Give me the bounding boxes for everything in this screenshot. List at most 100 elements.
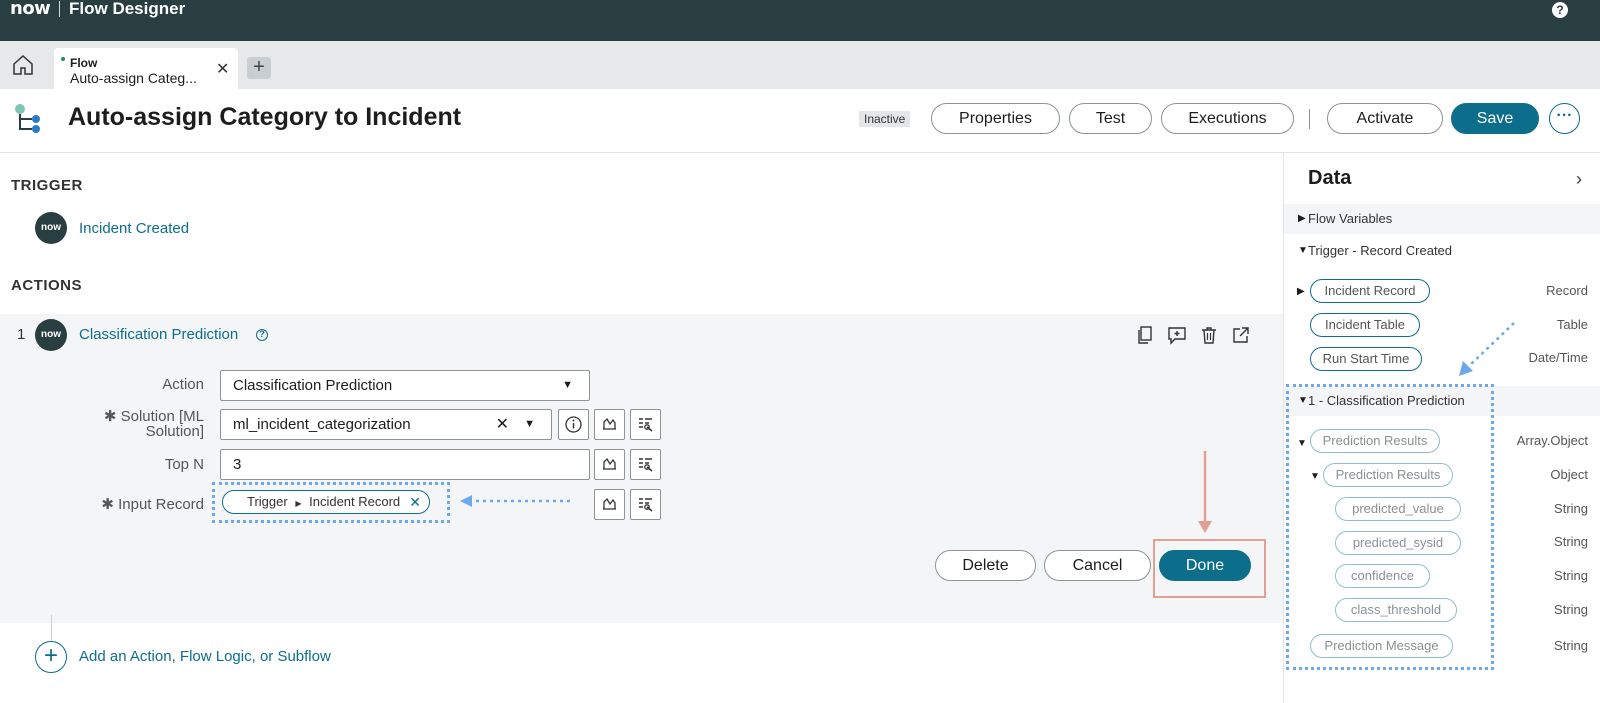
trigger-section-label: TRIGGER <box>11 177 83 194</box>
tab-bar: Flow Auto-assign Categ... ✕ + <box>0 41 1600 90</box>
help-icon[interactable]: ? <box>1552 2 1568 18</box>
group-trigger-record[interactable]: ▼ Trigger - Record Created <box>1284 236 1600 266</box>
data-pill[interactable]: Run Start Time <box>1310 347 1422 371</box>
data-pill[interactable]: Incident Record <box>1310 279 1430 303</box>
flow-icon <box>15 104 40 133</box>
delete-button[interactable]: Delete <box>935 550 1036 581</box>
chevron-down-icon: ▼ <box>524 418 535 430</box>
data-picker-icon <box>639 458 653 472</box>
data-type: Table <box>1556 317 1588 332</box>
group-flow-variables[interactable]: ▶ Flow Variables <box>1284 204 1600 234</box>
cancel-button[interactable]: Cancel <box>1044 550 1151 581</box>
action-name-link[interactable]: Classification Prediction <box>79 326 238 343</box>
action-select-value: Classification Prediction <box>233 377 393 394</box>
data-panel-title: Data <box>1308 167 1352 189</box>
remove-token-icon[interactable]: ✕ <box>409 491 421 513</box>
trash-icon[interactable] <box>1199 325 1219 345</box>
expand-down-icon: ▼ <box>1298 245 1308 256</box>
expand-right-icon[interactable]: ▶ <box>1297 286 1305 297</box>
solution-field-label: ✱ Solution [ML Solution] <box>80 409 204 439</box>
blue-arrow-left <box>460 495 570 507</box>
home-icon[interactable] <box>12 54 34 76</box>
servicenow-logo[interactable]: now <box>10 0 51 18</box>
trigger-link[interactable]: Incident Created <box>79 220 189 237</box>
done-button[interactable]: Done <box>1159 550 1251 581</box>
data-type: Record <box>1546 283 1588 298</box>
save-button[interactable]: Save <box>1451 103 1539 134</box>
actions-section-label: ACTIONS <box>11 277 82 294</box>
token-part-trigger: Trigger <box>247 494 288 509</box>
solution-select-value: ml_incident_categorization <box>233 416 411 433</box>
data-type: Object <box>1550 467 1588 482</box>
caret-right-icon: ▶ <box>295 499 302 508</box>
tab-kind: Flow <box>70 56 98 70</box>
info-button[interactable] <box>558 409 589 440</box>
data-type: Date/Time <box>1528 350 1588 365</box>
topn-input[interactable]: 3 <box>220 449 590 480</box>
action-number: 1 <box>17 326 26 343</box>
data-panel: Data › ▶ Flow Variables ▼ Trigger - Reco… <box>1283 153 1600 703</box>
chevron-right-icon[interactable]: › <box>1576 169 1582 190</box>
expand-right-icon: ▶ <box>1298 213 1306 224</box>
data-type: String <box>1554 602 1588 617</box>
action-select[interactable]: Classification Prediction ▼ <box>220 370 590 401</box>
script-toggle-button[interactable] <box>594 489 625 520</box>
data-picker-button[interactable] <box>630 489 661 520</box>
data-type: String <box>1554 534 1588 549</box>
tab-flow[interactable]: Flow Auto-assign Categ... ✕ <box>54 48 238 90</box>
activate-button[interactable]: Activate <box>1327 103 1443 134</box>
chevron-down-icon: ▼ <box>562 379 573 391</box>
red-arrow-down <box>1198 451 1212 533</box>
tab-title: Auto-assign Categ... <box>70 70 197 86</box>
info-icon <box>565 416 582 433</box>
script-icon <box>603 417 616 430</box>
add-action-link[interactable]: Add an Action, Flow Logic, or Subflow <box>79 648 331 665</box>
flow-header: Auto-assign Category to Incident Inactiv… <box>0 89 1600 153</box>
input-record-label: ✱ Input Record <box>101 496 204 513</box>
properties-button[interactable]: Properties <box>931 103 1060 134</box>
script-toggle-button[interactable] <box>594 409 625 440</box>
tab-status-dot <box>61 57 65 61</box>
script-icon <box>603 497 616 510</box>
script-toggle-button[interactable] <box>594 449 625 480</box>
group-label: Flow Variables <box>1308 211 1393 226</box>
executions-button[interactable]: Executions <box>1161 103 1294 134</box>
more-options-button[interactable]: ··· <box>1549 103 1580 134</box>
data-type: String <box>1554 501 1588 516</box>
test-button[interactable]: Test <box>1069 103 1152 134</box>
highlight-classification-group <box>1286 384 1494 670</box>
copy-icon[interactable] <box>1135 325 1155 345</box>
blue-arrow-diagonal <box>1459 322 1515 376</box>
status-badge: Inactive <box>859 111 911 127</box>
solution-label-line-2: Solution] <box>145 423 204 440</box>
data-picker-button[interactable] <box>630 449 661 480</box>
add-tab-button[interactable]: + <box>247 57 271 79</box>
data-pill[interactable]: Incident Table <box>1310 313 1420 337</box>
data-picker-button[interactable] <box>630 409 661 440</box>
connector-line <box>51 615 52 641</box>
action-now-badge: now <box>35 319 67 351</box>
topn-input-value: 3 <box>233 456 242 473</box>
data-picker-icon <box>639 498 653 512</box>
open-external-icon[interactable] <box>1231 325 1251 345</box>
data-type: String <box>1554 638 1588 653</box>
app-title: Flow Designer <box>69 0 186 18</box>
clear-icon[interactable]: ✕ <box>496 410 509 439</box>
comment-add-icon[interactable] <box>1167 325 1187 345</box>
trigger-now-badge: now <box>35 212 67 244</box>
input-record-token[interactable]: Trigger ▶ Incident Record ✕ <box>222 490 430 514</box>
solution-label-line-1: ✱ Solution [ML <box>103 408 204 425</box>
token-part-record: Incident Record <box>309 494 401 509</box>
solution-select[interactable]: ml_incident_categorization ✕ ▼ <box>220 409 552 440</box>
help-circle-icon[interactable]: ? <box>256 329 268 341</box>
add-icon[interactable]: + <box>35 641 67 673</box>
top-navigation-bar: now Flow Designer ? <box>0 0 1600 41</box>
flow-canvas: TRIGGER now Incident Created ACTIONS 1 n… <box>0 153 1283 703</box>
group-label: Trigger - Record Created <box>1308 243 1453 258</box>
data-type: String <box>1554 568 1588 583</box>
action-field-label: Action <box>162 376 204 393</box>
data-type: Array.Object <box>1516 433 1588 448</box>
close-icon[interactable]: ✕ <box>216 59 229 79</box>
data-picker-icon <box>639 418 653 432</box>
topn-field-label: Top N <box>164 456 204 473</box>
